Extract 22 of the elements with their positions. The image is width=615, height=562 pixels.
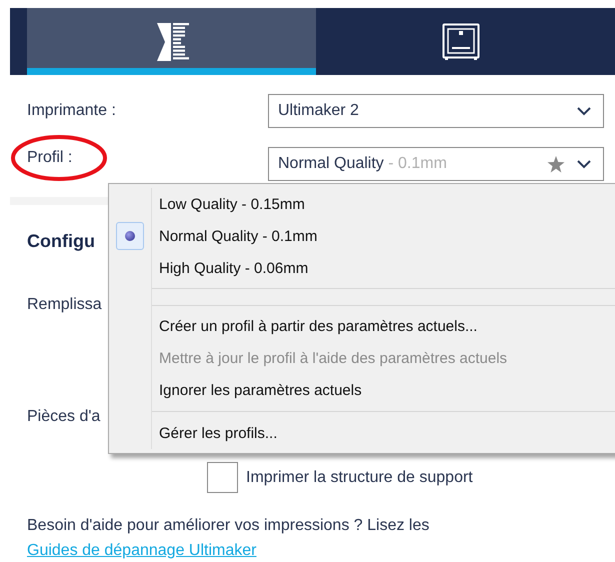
setting-label: Remplissa bbox=[27, 296, 102, 314]
field-label: Imprimante : bbox=[27, 102, 116, 120]
section-heading: Configu bbox=[27, 231, 95, 252]
menu-item[interactable]: Gérer les profils... bbox=[109, 417, 615, 449]
menu-item[interactable]: High Quality - 0.06mm bbox=[109, 252, 615, 284]
printer-icon bbox=[442, 22, 480, 60]
chevron-icon bbox=[577, 160, 591, 168]
setting-label: Pièces d'a bbox=[27, 408, 100, 426]
field-label: Profil : bbox=[27, 149, 72, 167]
tab[interactable] bbox=[27, 8, 316, 75]
profile-dropdown[interactable]: Normal Quality - 0.1mm bbox=[268, 147, 604, 181]
menu-item[interactable]: Ignorer les paramètres actuels bbox=[109, 374, 615, 406]
layers-icon bbox=[154, 22, 188, 60]
chevron-icon bbox=[577, 106, 591, 116]
help-text: Besoin d'aide pour améliorer vos impressions ? Lisez les Guides de dépannage Ultimaker bbox=[27, 516, 430, 561]
checkbox[interactable] bbox=[207, 462, 238, 493]
printer-dropdown[interactable]: Ultimaker 2 bbox=[268, 94, 604, 128]
menu-item[interactable]: Normal Quality - 0.1mm bbox=[109, 220, 615, 252]
star-icon bbox=[547, 156, 565, 172]
menu-item[interactable]: Low Quality - 0.15mm bbox=[109, 188, 615, 220]
menu-item[interactable]: Créer un profil à partir des paramètres actuels... bbox=[109, 310, 615, 342]
checkbox-label: Imprimer la structure de support bbox=[246, 468, 473, 486]
